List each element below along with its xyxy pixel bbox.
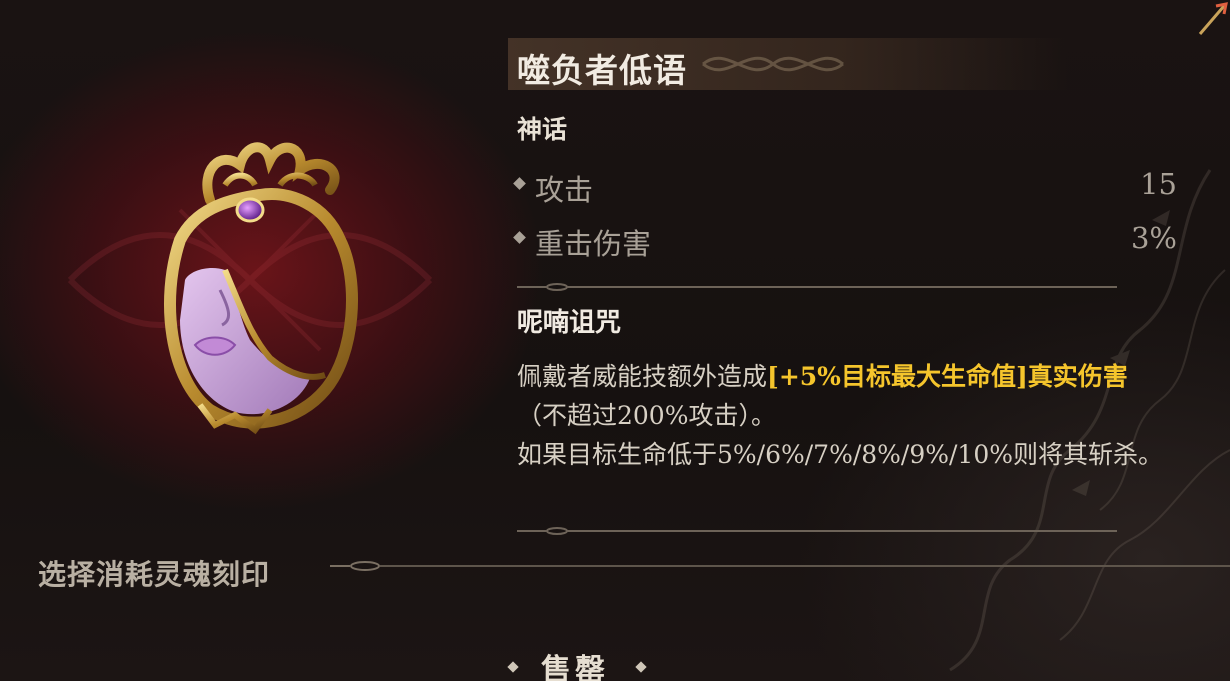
bullet-diamond-icon [513,177,526,190]
divider [517,527,1117,535]
desc-text: 佩戴者威能技额外造成 [517,362,768,391]
stat-value: 15 [1140,167,1177,201]
stat-label: 攻击 [535,173,594,207]
stat-row-attack: 攻击 15 [513,167,1177,207]
sold-out-button[interactable]: 售罄 [505,645,650,681]
skill-name: 呢喃诅咒 [517,308,622,338]
diamond-icon [635,661,647,673]
diamond-icon [507,661,519,673]
desc-text: 如果目标生命低于5%/6%/7%/8%/9%/10%则将其斩杀。 [517,440,1163,469]
select-soul-imprint-label: 选择消耗灵魂刻印 [38,558,271,591]
title-ornament-icon [702,56,844,72]
desc-highlight: [+5%目标最大生命值]真实伤害 [767,362,1128,391]
sold-out-label: 售罄 [541,653,609,681]
bullet-diamond-icon [513,231,526,244]
divider [517,283,1117,291]
mask-icon [164,142,358,435]
skill-description: 佩戴者威能技额外造成[+5%目标最大生命值]真实伤害 （不超过200%攻击）。 如… [517,357,1177,474]
item-name: 噬负者低语 [517,51,687,90]
stat-label: 重击伤害 [535,227,652,261]
item-detail-screen: 噬负者低语 神话 攻击 15 重击伤害 3% 呢喃诅咒 佩戴者威能技额外造成[+… [0,0,1230,681]
corner-arrow-icon[interactable] [1194,0,1230,40]
section-divider [330,561,1230,571]
item-rarity: 神话 [517,115,568,144]
desc-text: （不超过200%攻击）。 [517,401,776,430]
stat-value: 3% [1130,221,1177,255]
stat-row-crit-damage: 重击伤害 3% [513,221,1177,261]
